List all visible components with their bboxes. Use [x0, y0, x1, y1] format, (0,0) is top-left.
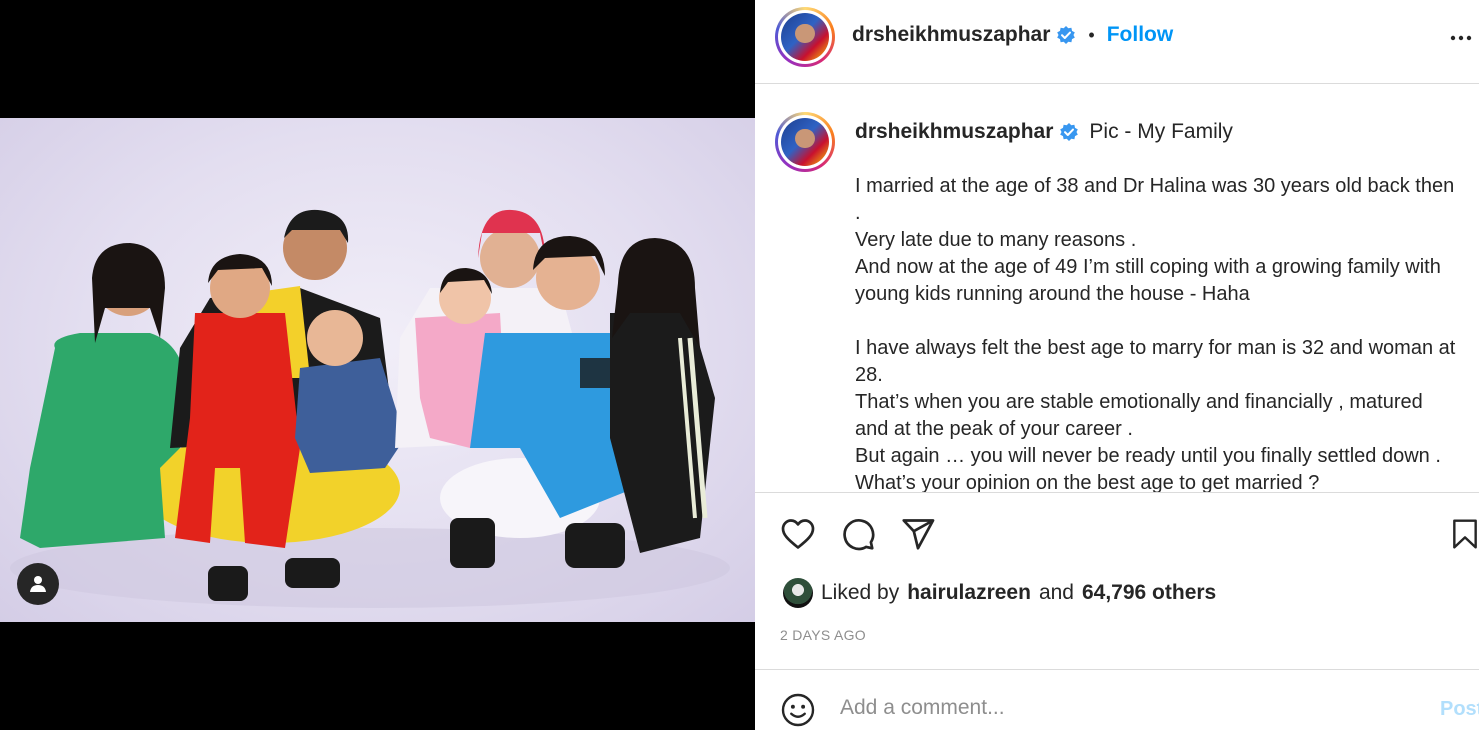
- caption-line: ​: [855, 308, 1479, 335]
- avatar-image: [781, 13, 829, 61]
- header-user-row: drsheikhmuszaphar • Follow: [852, 23, 1173, 47]
- bookmark-icon[interactable]: [1449, 516, 1479, 552]
- more-options-icon[interactable]: [1449, 26, 1473, 50]
- post-comment-button[interactable]: Post: [1440, 698, 1479, 721]
- caption-text: I married at the age of 38 and Dr Halina…: [855, 173, 1479, 493]
- user-tag-icon: [30, 576, 46, 592]
- separator-dot: •: [1088, 24, 1095, 45]
- caption-line: young kids running around the house - Ha…: [855, 283, 1250, 305]
- caption-line: That’s when you are stable emotionally a…: [855, 391, 1423, 413]
- caption-line: 28.: [855, 364, 883, 386]
- post-side-pane: drsheikhmuszaphar • Follow drsheikhmusza…: [755, 0, 1479, 730]
- caption-line: But again … you will never be ready unti…: [855, 445, 1441, 467]
- likes-summary: Liked by hairulazreen and 64,796 others: [783, 578, 1216, 608]
- heart-icon[interactable]: [780, 516, 816, 552]
- caption-line: And now at the age of 49 I’m still copin…: [855, 256, 1441, 278]
- comment-bar: Post: [755, 669, 1479, 730]
- liker-avatar[interactable]: [783, 578, 813, 608]
- verified-badge-icon: [1060, 123, 1079, 141]
- avatar-image: [781, 118, 829, 166]
- post-header: drsheikhmuszaphar • Follow: [755, 0, 1479, 84]
- post-timestamp[interactable]: 2 DAYS AGO: [780, 627, 866, 643]
- caption-header: drsheikhmuszaphar Pic - My Family: [855, 120, 1233, 144]
- caption-subtitle: Pic - My Family: [1089, 120, 1233, 143]
- caption-line: and at the peak of your career .: [855, 418, 1133, 440]
- author-avatar[interactable]: [775, 7, 835, 67]
- author-username[interactable]: drsheikhmuszaphar: [852, 23, 1050, 47]
- caption-author-avatar[interactable]: [775, 112, 835, 172]
- follow-button[interactable]: Follow: [1107, 23, 1174, 47]
- liked-by-prefix: Liked by: [821, 581, 900, 604]
- liked-by-user[interactable]: hairulazreen: [907, 581, 1031, 605]
- comment-input[interactable]: [840, 696, 1400, 720]
- liked-by-count[interactable]: 64,796 others: [1082, 581, 1216, 605]
- caption-line: I married at the age of 38 and Dr Halina…: [855, 175, 1455, 197]
- caption-scroll-area[interactable]: drsheikhmuszaphar Pic - My Family I marr…: [755, 84, 1479, 493]
- caption-username[interactable]: drsheikhmuszaphar: [855, 120, 1053, 144]
- post-actions: [755, 494, 1479, 574]
- caption-line: What’s your opinion on the best age to g…: [855, 472, 1320, 493]
- post-media-pane: [0, 0, 755, 730]
- caption-line: I have always felt the best age to marry…: [855, 337, 1456, 359]
- comment-bubble-icon[interactable]: [840, 516, 876, 552]
- user-tag-button[interactable]: [17, 563, 59, 605]
- smiley-icon[interactable]: [780, 692, 816, 728]
- caption-line: .: [855, 202, 861, 224]
- verified-badge-icon: [1057, 26, 1076, 44]
- caption-line: Very late due to many reasons .: [855, 229, 1137, 251]
- family-photo-illustration: [10, 209, 730, 608]
- paper-plane-icon[interactable]: [900, 516, 936, 552]
- liked-by-and: and: [1038, 581, 1074, 604]
- post-photo[interactable]: [0, 118, 755, 622]
